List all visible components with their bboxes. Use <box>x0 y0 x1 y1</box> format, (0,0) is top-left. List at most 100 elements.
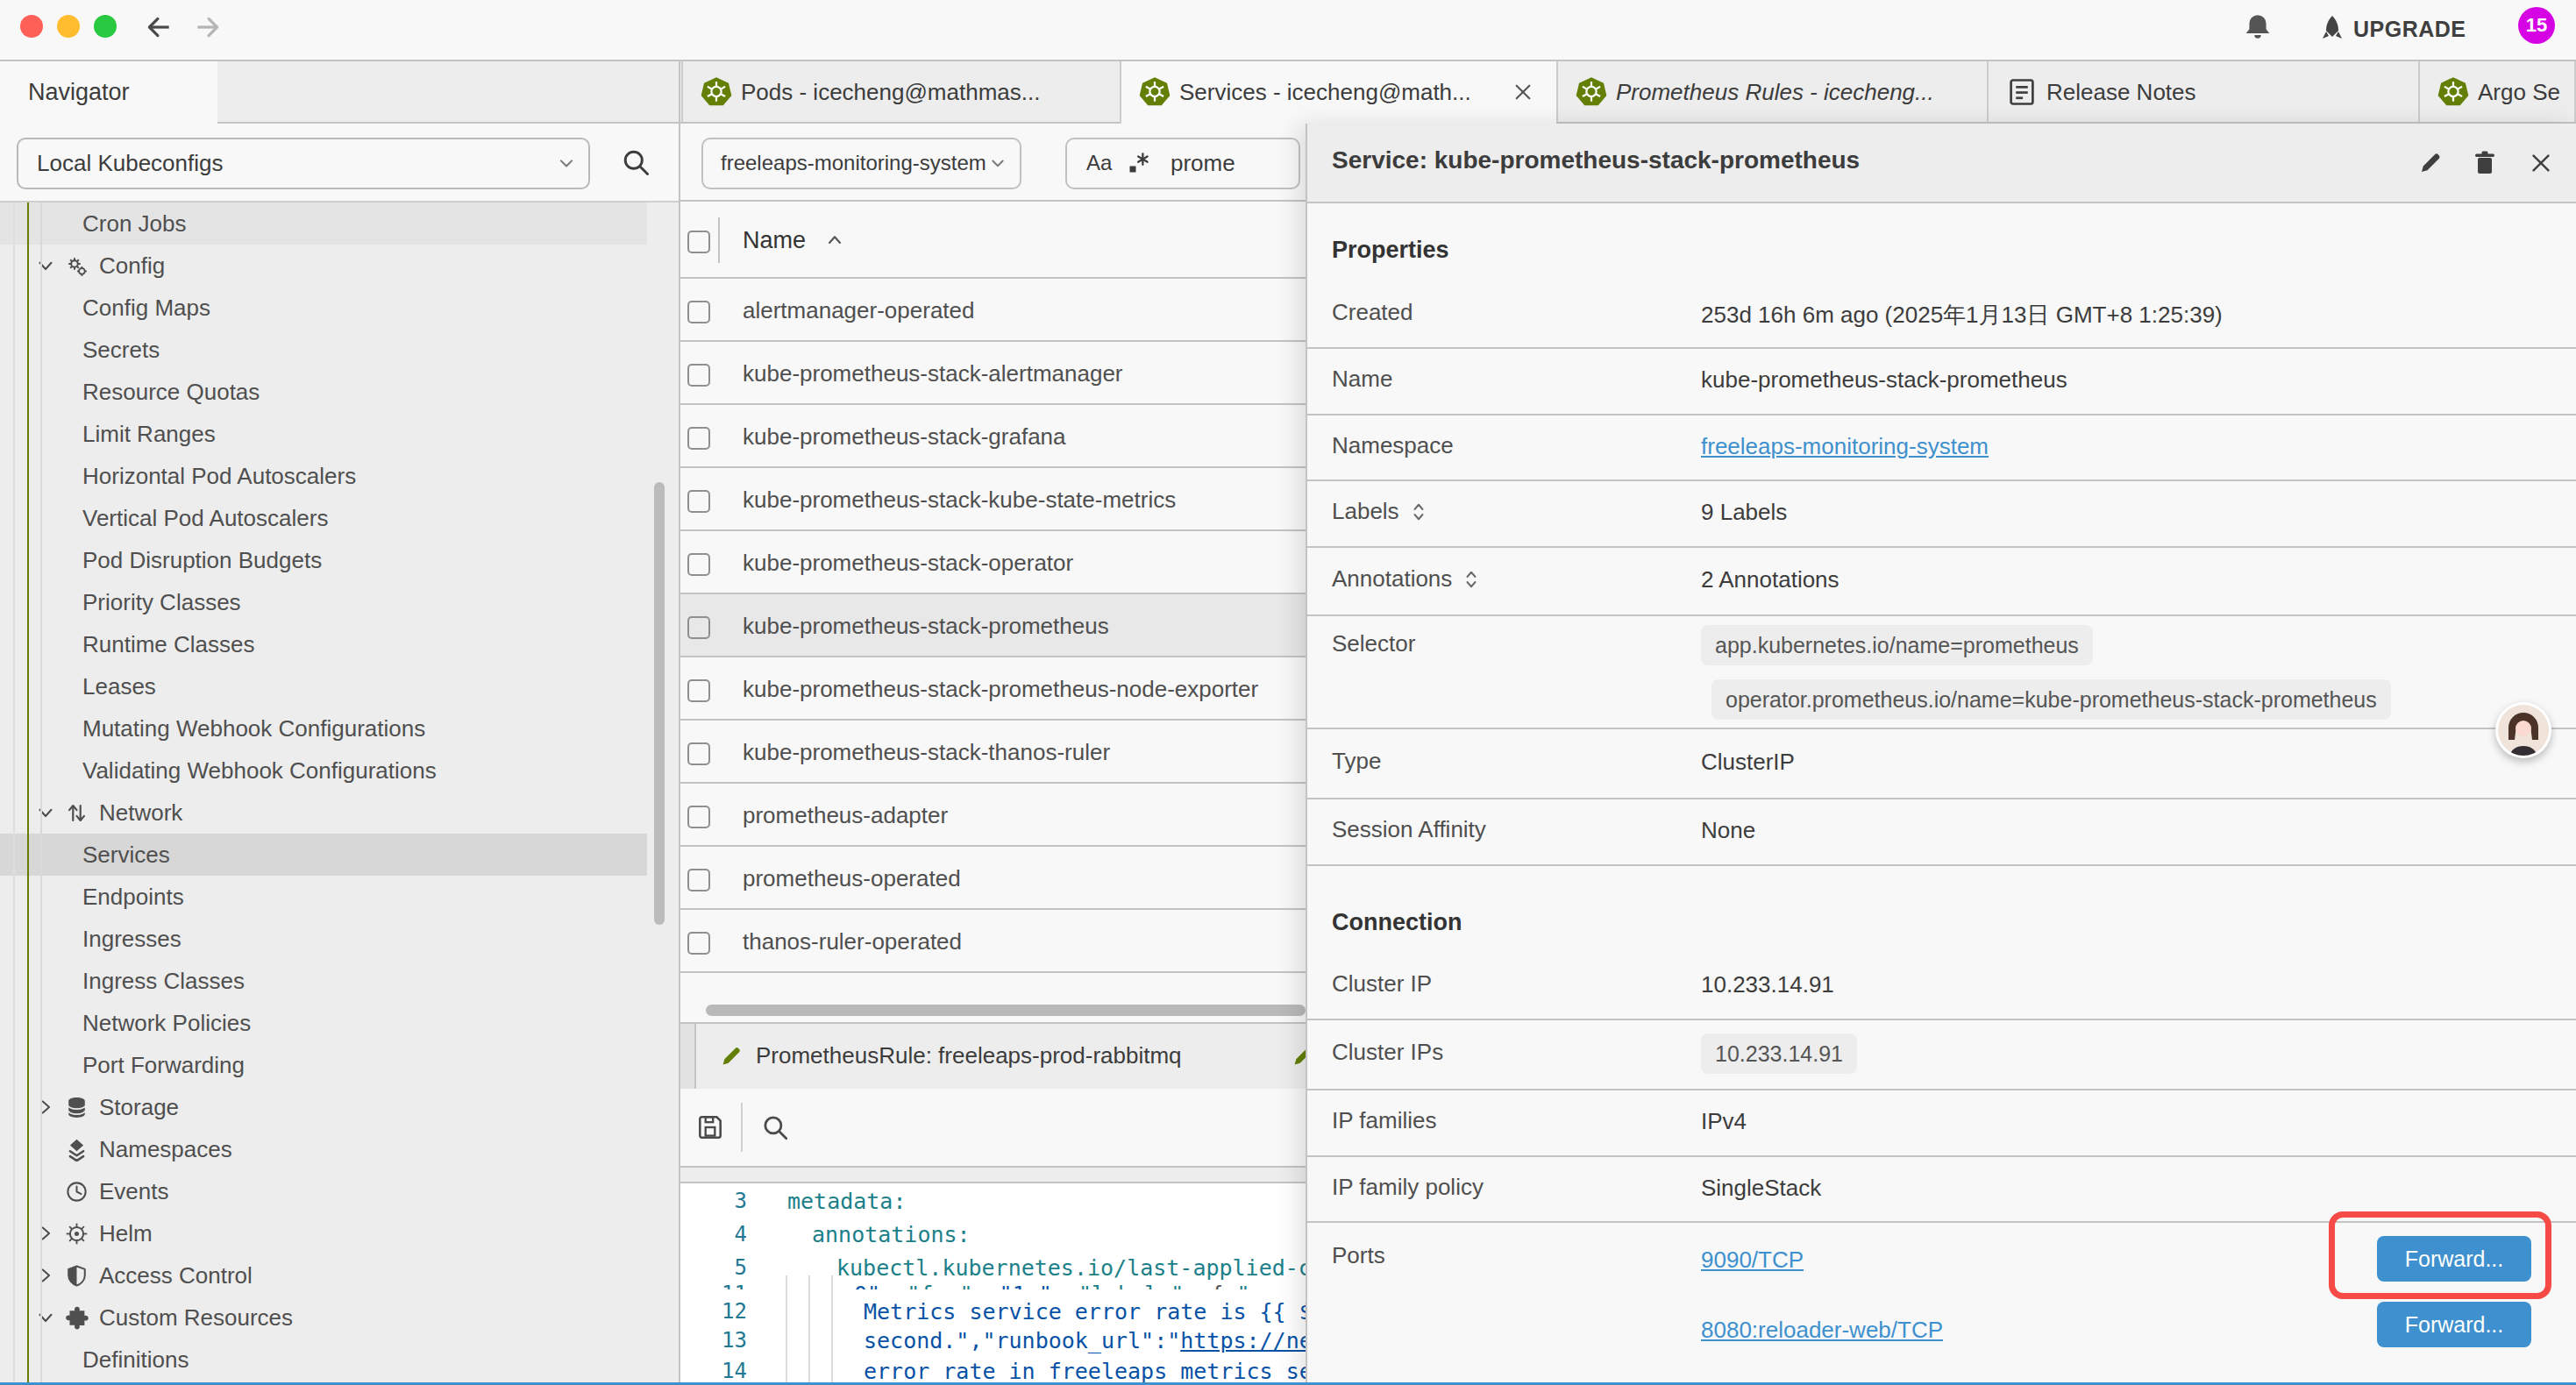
tree-item-mutating-webhook-configurations[interactable]: Mutating Webhook Configurations <box>0 707 647 749</box>
editor-tab-5[interactable]: Argo Se <box>2418 61 2576 124</box>
match-case-toggle[interactable]: Aa <box>1086 151 1112 175</box>
port-link[interactable]: 8080:reloader-web/TCP <box>1701 1317 1943 1344</box>
row-checkbox[interactable] <box>687 806 710 828</box>
table-row[interactable]: prometheus-operated <box>680 847 1306 910</box>
editor-search-icon[interactable] <box>760 1112 790 1142</box>
navigator-tab[interactable]: Navigator <box>0 61 217 124</box>
window-minimize-button[interactable] <box>57 15 80 38</box>
yaml-editor-tab-2[interactable] <box>1284 1024 1306 1089</box>
drawer-close-icon[interactable] <box>2528 150 2554 176</box>
sort-updown-icon[interactable] <box>1461 569 1482 590</box>
row-checkbox[interactable] <box>687 869 710 891</box>
tree-item-services[interactable]: Services <box>0 834 647 876</box>
tree-item-definitions[interactable]: Definitions <box>0 1339 647 1381</box>
tree-item-endpoints[interactable]: Endpoints <box>0 876 647 918</box>
table-row[interactable]: kube-prometheus-stack-kube-state-metrics <box>680 468 1306 531</box>
tree-item-ingress-classes[interactable]: Ingress Classes <box>0 960 647 1002</box>
notification-badge[interactable]: 15 <box>2518 7 2555 44</box>
row-checkbox[interactable] <box>687 742 710 765</box>
code-token: metadata: <box>787 1189 906 1214</box>
tree-item-pod-disruption-budgets[interactable]: Pod Disruption Budgets <box>0 539 647 581</box>
table-row[interactable]: kube-prometheus-stack-prometheus <box>680 594 1306 657</box>
chevron-right-icon[interactable] <box>34 1222 57 1245</box>
tree-item-events[interactable]: Events <box>0 1170 647 1212</box>
chevron-down-icon[interactable] <box>34 801 57 824</box>
forward-arrow-icon[interactable] <box>193 12 223 42</box>
tree-item-runtime-classes[interactable]: Runtime Classes <box>0 623 647 665</box>
chevron-down-icon[interactable] <box>34 1306 57 1329</box>
forward-button[interactable]: Forward... <box>2377 1302 2531 1347</box>
table-row[interactable]: thanos-ruler-operated <box>680 910 1306 973</box>
save-icon[interactable] <box>695 1112 725 1142</box>
horizontal-scrollbar[interactable] <box>706 1005 1306 1016</box>
tree-item-leases[interactable]: Leases <box>0 665 647 707</box>
namespace-select[interactable]: freeleaps-monitoring-system <box>701 138 1021 189</box>
tree-item-secrets[interactable]: Secrets <box>0 329 647 371</box>
tree-item-ingresses[interactable]: Ingresses <box>0 918 647 960</box>
tree-item-cron-jobs[interactable]: Cron Jobs <box>0 202 647 245</box>
row-checkbox[interactable] <box>687 553 710 576</box>
tree-item-priority-classes[interactable]: Priority Classes <box>0 581 647 623</box>
editor-tab-2[interactable]: Services - icecheng@math... <box>1120 61 1558 124</box>
sort-ascending-icon[interactable] <box>824 230 845 251</box>
column-header-name[interactable]: Name <box>743 227 806 254</box>
tree-item-limit-ranges[interactable]: Limit Ranges <box>0 413 647 455</box>
search-input-value[interactable]: prome <box>1171 150 1235 177</box>
tree-item-namespaces[interactable]: Namespaces <box>0 1128 647 1170</box>
chevron-right-icon[interactable] <box>34 1264 57 1287</box>
tree-item-storage[interactable]: Storage <box>0 1086 647 1128</box>
row-checkbox[interactable] <box>687 679 710 702</box>
tree-item-horizontal-pod-autoscalers[interactable]: Horizontal Pod Autoscalers <box>0 455 647 497</box>
row-checkbox[interactable] <box>687 301 710 323</box>
tree-item-vertical-pod-autoscalers[interactable]: Vertical Pod Autoscalers <box>0 497 647 539</box>
yaml-code-area[interactable]: 3metadata:4annotations:5kubectl.kubernet… <box>680 1183 1306 1385</box>
row-checkbox[interactable] <box>687 364 710 387</box>
tree-item-port-forwarding[interactable]: Port Forwarding <box>0 1044 647 1086</box>
table-row[interactable]: alertmanager-operated <box>680 279 1306 342</box>
row-checkbox[interactable] <box>687 427 710 450</box>
table-row[interactable]: kube-prometheus-stack-operator <box>680 531 1306 594</box>
row-checkbox[interactable] <box>687 932 710 955</box>
kubeconfig-select[interactable]: Local Kubeconfigs <box>17 138 590 189</box>
tree-scrollbar[interactable] <box>654 482 665 925</box>
back-arrow-icon[interactable] <box>144 12 174 42</box>
chevron-down-icon[interactable] <box>34 254 57 277</box>
tab-close-icon[interactable] <box>1512 81 1534 103</box>
yaml-editor-tab[interactable]: PrometheusRule: freeleaps-prod-rabbitmq <box>694 1024 1287 1089</box>
tree-item-network[interactable]: Network <box>0 792 647 834</box>
delete-icon[interactable] <box>2471 149 2499 177</box>
floating-avatar[interactable] <box>2495 702 2551 758</box>
editor-tab-4[interactable]: Release Notes <box>1987 61 2420 124</box>
tree-item-network-policies[interactable]: Network Policies <box>0 1002 647 1044</box>
table-row[interactable]: kube-prometheus-stack-grafana <box>680 405 1306 468</box>
table-row[interactable]: kube-prometheus-stack-alertmanager <box>680 342 1306 405</box>
resource-search-box[interactable]: Aa prome <box>1065 138 1300 189</box>
row-checkbox[interactable] <box>687 616 710 639</box>
tree-item-validating-webhook-configurations[interactable]: Validating Webhook Configurations <box>0 749 647 792</box>
edit-icon[interactable] <box>2416 149 2444 177</box>
tree-item-resource-quotas[interactable]: Resource Quotas <box>0 371 647 413</box>
window-zoom-button[interactable] <box>94 15 117 38</box>
tree-item-custom-resources[interactable]: Custom Resources <box>0 1296 647 1339</box>
row-checkbox[interactable] <box>687 490 710 513</box>
editor-tab-1[interactable]: Pods - icecheng@mathmas... <box>681 61 1121 124</box>
port-link[interactable]: 9090/TCP <box>1701 1246 1804 1274</box>
upgrade-button[interactable]: UPGRADE <box>2315 5 2473 51</box>
regex-toggle[interactable] <box>1127 151 1153 177</box>
window-close-button[interactable] <box>20 15 43 38</box>
table-row[interactable]: kube-prometheus-stack-prometheus-node-ex… <box>680 657 1306 721</box>
tree-item-helm[interactable]: Helm <box>0 1212 647 1254</box>
table-row[interactable]: prometheus-adapter <box>680 784 1306 847</box>
tree-item-access-control[interactable]: Access Control <box>0 1254 647 1296</box>
sidebar-search-icon[interactable] <box>620 146 651 178</box>
editor-tab-3[interactable]: Prometheus Rules - icecheng... <box>1556 61 1989 124</box>
chevron-right-icon[interactable] <box>34 1096 57 1119</box>
tree-item-config[interactable]: Config <box>0 245 647 287</box>
select-all-checkbox[interactable] <box>687 231 710 253</box>
tree-item-config-maps[interactable]: Config Maps <box>0 287 647 329</box>
row-name: kube-prometheus-stack-alertmanager <box>743 360 1123 387</box>
notifications-bell-icon[interactable] <box>2243 11 2273 41</box>
property-value-link[interactable]: freeleaps-monitoring-system <box>1701 433 1989 460</box>
table-row[interactable]: kube-prometheus-stack-thanos-ruler <box>680 721 1306 784</box>
sort-updown-icon[interactable] <box>1408 501 1429 522</box>
